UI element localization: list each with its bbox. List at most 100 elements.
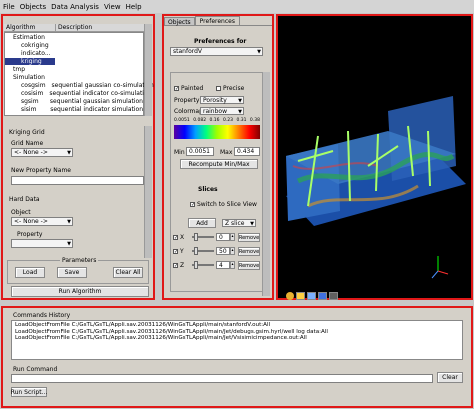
kriging-grid-title: Kriging Grid — [9, 129, 45, 136]
menu-help[interactable]: Help — [126, 3, 142, 11]
menu-view[interactable]: View — [104, 3, 121, 11]
max-input[interactable]: 0.434 — [234, 147, 260, 156]
3d-viewer[interactable] — [278, 16, 471, 298]
view-home-icon[interactable] — [286, 292, 294, 300]
colormap-label: Colormap — [174, 108, 203, 115]
tree-scrollbar[interactable] — [144, 24, 152, 116]
tick-2: 0.16 — [209, 118, 220, 123]
tree-item-label: kriging — [5, 58, 55, 65]
check-icon: ✓ — [173, 235, 179, 241]
tree-item[interactable]: sisim sequential indicator simulation — [5, 106, 143, 113]
recompute-button[interactable]: Recompute Min/Max — [180, 159, 258, 169]
add-slice-button[interactable]: Add — [188, 218, 216, 228]
run-command-input[interactable] — [11, 374, 433, 383]
clear-all-button[interactable]: Clear All — [113, 267, 143, 278]
slice-value-input[interactable]: 4 — [216, 261, 230, 269]
object-select[interactable]: <- None -> ▼ — [11, 217, 73, 226]
tree-item[interactable]: cosgsim sequential gaussian co-simulation — [5, 82, 154, 89]
col-algorithm[interactable]: Algorithm — [4, 24, 56, 31]
tree-item-description — [55, 74, 61, 81]
check-icon: ✓ — [174, 86, 180, 92]
new-property-input[interactable] — [11, 176, 144, 185]
checkbox-icon — [216, 86, 221, 91]
slice-row-checkbox[interactable]: ✓ Z — [173, 262, 184, 269]
hard-data-title: Hard Data — [9, 196, 40, 203]
tree-item[interactable]: tmp — [5, 66, 143, 73]
tree-item-label: Simulation — [13, 74, 45, 81]
viewer-toolbar — [286, 292, 346, 300]
min-label: Min — [174, 149, 185, 156]
tree-item[interactable]: Estimation — [5, 34, 143, 41]
slice-axis-select[interactable]: Z slice ▼ — [222, 219, 256, 227]
colormap-bar — [174, 125, 260, 139]
remove-slice-button[interactable]: Remove — [238, 233, 260, 242]
preferences-object-value: stanfordV — [173, 48, 203, 55]
view-front-icon[interactable] — [296, 292, 305, 300]
chevron-down-icon: ▼ — [250, 221, 254, 227]
slice-axis-label: Z — [180, 262, 185, 269]
tree-item[interactable]: indicato... — [5, 50, 143, 57]
preferences-panel: Objects Preferences Preferences for stan… — [162, 14, 274, 300]
tree-item[interactable]: Simulation — [5, 74, 143, 81]
spin-icon[interactable]: ▴ — [230, 261, 235, 269]
precise-checkbox[interactable]: Precise — [216, 85, 244, 92]
algorithm-tree[interactable]: Estimation cokriging indicato... kriging tmp… — [4, 32, 154, 116]
slider-handle[interactable] — [194, 233, 198, 241]
menu-file[interactable]: File — [3, 3, 15, 11]
grid-name-select[interactable]: <- None -> ▼ — [11, 148, 73, 157]
tree-item-description: sequential indicator co-simulation — [49, 90, 152, 97]
tree-item-description — [55, 42, 61, 49]
history-line: LoadObjectFromFile C:/GsTL/GsTL/Appli.sa… — [15, 322, 271, 328]
tree-item-label: cosgsim — [21, 82, 46, 89]
remove-slice-button[interactable]: Remove — [238, 247, 260, 256]
tree-item[interactable]: kriging — [5, 58, 143, 65]
spin-icon[interactable]: ▴ — [230, 233, 235, 241]
load-button[interactable]: Load — [15, 267, 45, 278]
run-script-button[interactable]: Run Script... — [11, 387, 47, 397]
tree-item-label: tmp — [13, 66, 26, 73]
tree-item[interactable]: cokriging — [5, 42, 143, 49]
check-icon: ✓ — [190, 202, 196, 208]
slider-handle[interactable] — [194, 261, 198, 269]
min-input[interactable]: 0.0051 — [186, 147, 214, 156]
run-algorithm-button[interactable]: Run Algorithm — [11, 286, 149, 297]
remove-slice-button[interactable]: Remove — [238, 261, 260, 270]
tab-preferences[interactable]: Preferences — [194, 16, 240, 25]
prefs-inner — [170, 72, 263, 292]
property-select[interactable]: ▼ — [11, 239, 73, 248]
menu-objects[interactable]: Objects — [20, 3, 46, 11]
preferences-title: Preferences for — [194, 38, 247, 45]
slice-row-checkbox[interactable]: ✓ Y — [173, 248, 184, 255]
slice-value-input[interactable]: 0 — [216, 233, 230, 241]
tree-item[interactable]: sgsim sequential gaussian simulation — [5, 98, 143, 105]
switch-slice-checkbox[interactable]: ✓ Switch to Slice View — [190, 201, 257, 208]
tree-item-label: cosisim — [21, 90, 44, 97]
preferences-object-select[interactable]: stanfordV ▼ — [170, 47, 263, 56]
view-camera-icon[interactable] — [329, 292, 338, 300]
view-top-icon[interactable] — [318, 292, 327, 300]
new-property-label: New Property Name — [11, 167, 71, 174]
tree-item-label: cokriging — [21, 42, 49, 49]
colormap-select[interactable]: rainbow ▼ — [200, 107, 244, 115]
tree-item[interactable]: cosisim sequential indicator co-simulatio… — [5, 90, 151, 97]
slider-handle[interactable] — [194, 247, 198, 255]
spin-icon[interactable]: ▴ — [230, 247, 235, 255]
tick-4: 0.31 — [236, 118, 247, 123]
slice-row-checkbox[interactable]: ✓ X — [173, 234, 184, 241]
view-side-icon[interactable] — [307, 292, 316, 300]
grid-name-label: Grid Name — [11, 140, 44, 147]
slice-value-input[interactable]: 50 — [216, 247, 230, 255]
slice-axis-value: Z slice — [225, 219, 245, 227]
menu-data-analysis[interactable]: Data Analysis — [51, 3, 99, 11]
painted-checkbox[interactable]: ✓ Painted — [174, 85, 203, 92]
save-button[interactable]: Save — [57, 267, 87, 278]
prefs-scrollbar[interactable] — [262, 72, 270, 296]
tab-objects[interactable]: Objects — [164, 17, 195, 26]
menu-bar: File Objects Data Analysis View Help — [0, 0, 474, 13]
property-select[interactable]: Porosity ▼ — [200, 96, 244, 104]
object-value: <- None -> — [14, 218, 48, 225]
commands-history-list[interactable]: LoadObjectFromFile C:/GsTL/GsTL/Appli.sa… — [11, 320, 463, 360]
params-scrollbar[interactable] — [144, 126, 152, 258]
clear-button[interactable]: Clear — [437, 372, 463, 383]
col-description[interactable]: Description — [56, 24, 92, 31]
